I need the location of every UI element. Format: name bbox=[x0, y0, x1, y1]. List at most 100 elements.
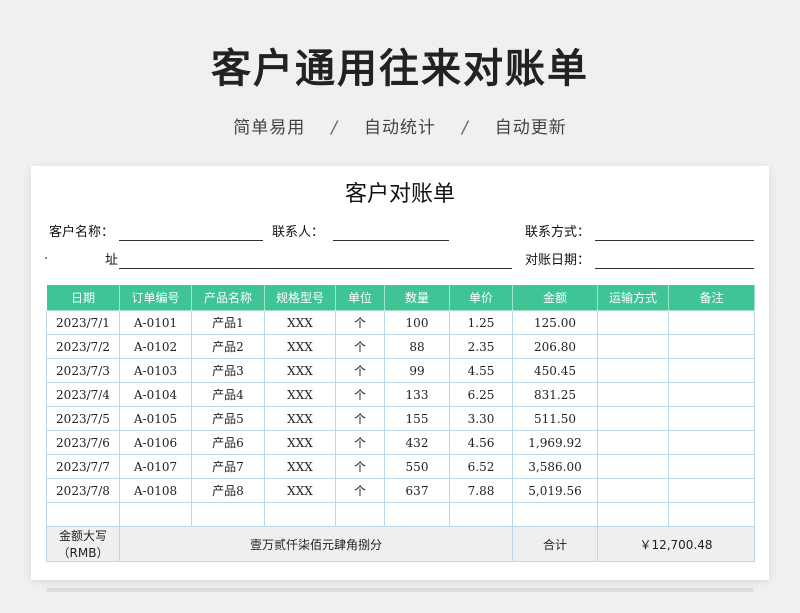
unit-cell[interactable]: 个 bbox=[335, 358, 385, 383]
product-name-cell[interactable]: 产品7 bbox=[191, 454, 265, 479]
quantity-cell[interactable]: 99 bbox=[384, 358, 450, 383]
remark-cell[interactable] bbox=[668, 502, 755, 527]
remark-cell[interactable] bbox=[668, 358, 755, 383]
remark-cell[interactable] bbox=[668, 430, 755, 455]
amount-cell[interactable]: 5,019.56 bbox=[512, 478, 598, 503]
remark-cell[interactable] bbox=[668, 478, 755, 503]
remark-cell[interactable] bbox=[668, 406, 755, 431]
unit-price-cell[interactable] bbox=[449, 502, 513, 527]
quantity-cell[interactable]: 637 bbox=[384, 478, 450, 503]
date-cell[interactable]: 2023/7/8 bbox=[46, 478, 120, 503]
contact-method-field[interactable] bbox=[595, 240, 754, 241]
amount-cell[interactable]: 206.80 bbox=[512, 334, 598, 359]
statement-date-field[interactable] bbox=[595, 268, 754, 269]
spec-cell[interactable]: XXX bbox=[264, 358, 336, 383]
product-name-cell[interactable]: 产品6 bbox=[191, 430, 265, 455]
shipping-cell[interactable] bbox=[597, 382, 669, 407]
unit-cell[interactable]: 个 bbox=[335, 334, 385, 359]
date-cell[interactable]: 2023/7/5 bbox=[46, 406, 120, 431]
product-name-cell[interactable]: 产品1 bbox=[191, 310, 265, 335]
quantity-cell[interactable]: 88 bbox=[384, 334, 450, 359]
amount-cell[interactable]: 3,586.00 bbox=[512, 454, 598, 479]
order-id-cell[interactable]: A-0108 bbox=[119, 478, 192, 503]
unit-cell[interactable]: 个 bbox=[335, 310, 385, 335]
spec-cell[interactable]: XXX bbox=[264, 382, 336, 407]
spec-cell[interactable]: XXX bbox=[264, 454, 336, 479]
order-id-cell[interactable]: A-0105 bbox=[119, 406, 192, 431]
customer-name-field[interactable] bbox=[119, 240, 263, 241]
date-cell[interactable] bbox=[46, 502, 120, 527]
unit-price-cell[interactable]: 6.25 bbox=[449, 382, 513, 407]
amount-cell[interactable]: 450.45 bbox=[512, 358, 598, 383]
product-name-cell[interactable] bbox=[191, 502, 265, 527]
unit-cell[interactable]: 个 bbox=[335, 454, 385, 479]
order-id-cell[interactable]: A-0107 bbox=[119, 454, 192, 479]
shipping-cell[interactable] bbox=[597, 358, 669, 383]
sum-value[interactable]: ￥12,700.48 bbox=[597, 526, 755, 562]
unit-price-cell[interactable]: 1.25 bbox=[449, 310, 513, 335]
quantity-cell[interactable]: 432 bbox=[384, 430, 450, 455]
date-cell[interactable]: 2023/7/6 bbox=[46, 430, 120, 455]
shipping-cell[interactable] bbox=[597, 454, 669, 479]
order-id-cell[interactable]: A-0101 bbox=[119, 310, 192, 335]
quantity-cell[interactable]: 550 bbox=[384, 454, 450, 479]
unit-price-cell[interactable]: 2.35 bbox=[449, 334, 513, 359]
customer-name-label: 客户名称： bbox=[49, 225, 115, 240]
order-id-cell[interactable]: A-0106 bbox=[119, 430, 192, 455]
shipping-cell[interactable] bbox=[597, 502, 669, 527]
spec-cell[interactable]: XXX bbox=[264, 310, 336, 335]
quantity-cell[interactable]: 133 bbox=[384, 382, 450, 407]
contact-person-field[interactable] bbox=[333, 240, 449, 241]
spec-cell[interactable]: XXX bbox=[264, 478, 336, 503]
spec-cell[interactable]: XXX bbox=[264, 334, 336, 359]
ledger-table: 日期 订单编号 产品名称 规格型号 单位 数量 单价 金额 运输方式 备注 20… bbox=[46, 284, 755, 562]
amount-in-words-value[interactable]: 壹万贰仟柒佰元肆角捌分 bbox=[119, 526, 513, 562]
spec-cell[interactable] bbox=[264, 502, 336, 527]
unit-cell[interactable] bbox=[335, 502, 385, 527]
product-name-cell[interactable]: 产品4 bbox=[191, 382, 265, 407]
amount-cell[interactable]: 125.00 bbox=[512, 310, 598, 335]
quantity-cell[interactable]: 100 bbox=[384, 310, 450, 335]
unit-price-cell[interactable]: 7.88 bbox=[449, 478, 513, 503]
amount-cell[interactable]: 831.25 bbox=[512, 382, 598, 407]
date-cell[interactable]: 2023/7/3 bbox=[46, 358, 120, 383]
remark-cell[interactable] bbox=[668, 454, 755, 479]
address-field[interactable] bbox=[119, 268, 512, 269]
amount-cell[interactable]: 511.50 bbox=[512, 406, 598, 431]
shipping-cell[interactable] bbox=[597, 406, 669, 431]
spec-cell[interactable]: XXX bbox=[264, 406, 336, 431]
product-name-cell[interactable]: 产品8 bbox=[191, 478, 265, 503]
order-id-cell[interactable]: A-0102 bbox=[119, 334, 192, 359]
product-name-cell[interactable]: 产品5 bbox=[191, 406, 265, 431]
unit-cell[interactable]: 个 bbox=[335, 430, 385, 455]
date-cell[interactable]: 2023/7/4 bbox=[46, 382, 120, 407]
amount-cell[interactable]: 1,969.92 bbox=[512, 430, 598, 455]
unit-cell[interactable]: 个 bbox=[335, 382, 385, 407]
remark-cell[interactable] bbox=[668, 310, 755, 335]
product-name-cell[interactable]: 产品2 bbox=[191, 334, 265, 359]
date-cell[interactable]: 2023/7/7 bbox=[46, 454, 120, 479]
remark-cell[interactable] bbox=[668, 334, 755, 359]
unit-price-cell[interactable]: 4.55 bbox=[449, 358, 513, 383]
unit-cell[interactable]: 个 bbox=[335, 406, 385, 431]
unit-price-cell[interactable]: 6.52 bbox=[449, 454, 513, 479]
amount-cell[interactable] bbox=[512, 502, 598, 527]
order-id-cell[interactable] bbox=[119, 502, 192, 527]
quantity-cell[interactable] bbox=[384, 502, 450, 527]
shipping-cell[interactable] bbox=[597, 430, 669, 455]
quantity-cell[interactable]: 155 bbox=[384, 406, 450, 431]
shipping-cell[interactable] bbox=[597, 478, 669, 503]
spec-cell[interactable]: XXX bbox=[264, 430, 336, 455]
remark-cell[interactable] bbox=[668, 382, 755, 407]
unit-cell[interactable]: 个 bbox=[335, 478, 385, 503]
product-name-cell[interactable]: 产品3 bbox=[191, 358, 265, 383]
shipping-cell[interactable] bbox=[597, 310, 669, 335]
unit-price-cell[interactable]: 3.30 bbox=[449, 406, 513, 431]
date-cell[interactable]: 2023/7/1 bbox=[46, 310, 120, 335]
tag-easy-to-use: 简单易用 bbox=[233, 118, 306, 138]
order-id-cell[interactable]: A-0104 bbox=[119, 382, 192, 407]
shipping-cell[interactable] bbox=[597, 334, 669, 359]
order-id-cell[interactable]: A-0103 bbox=[119, 358, 192, 383]
date-cell[interactable]: 2023/7/2 bbox=[46, 334, 120, 359]
unit-price-cell[interactable]: 4.56 bbox=[449, 430, 513, 455]
